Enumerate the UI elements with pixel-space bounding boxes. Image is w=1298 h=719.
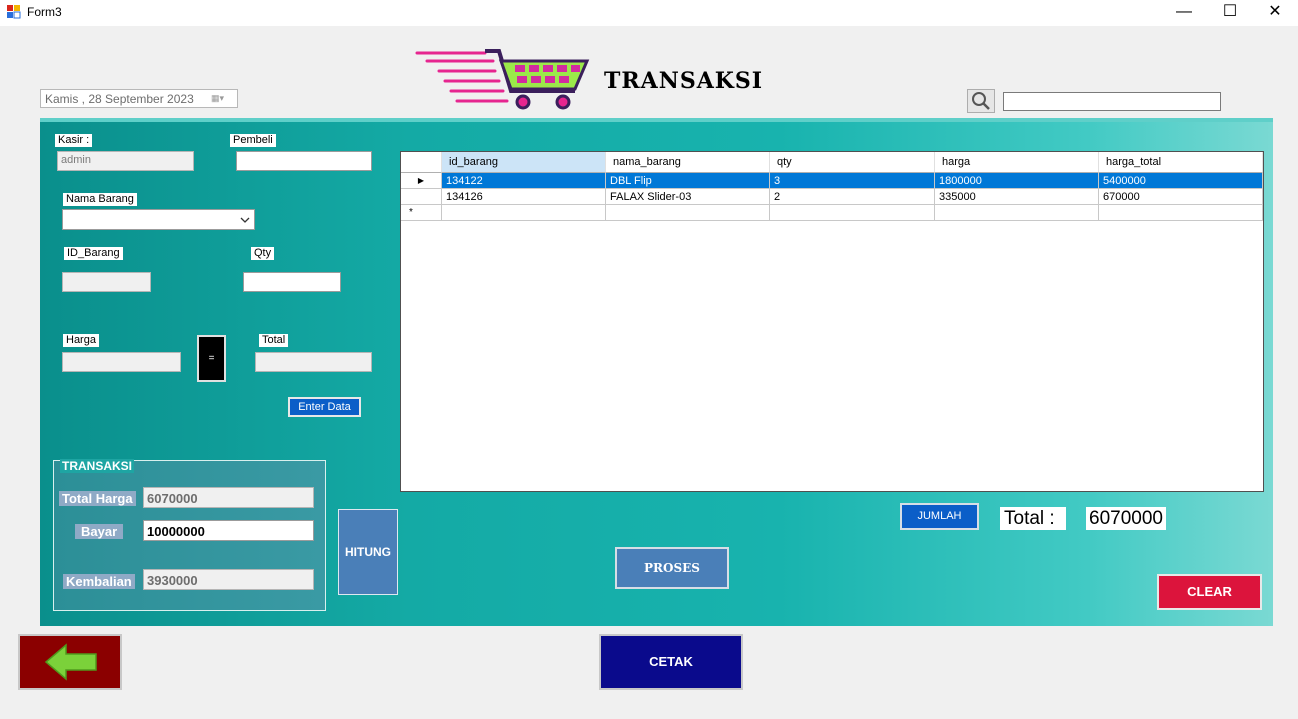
table-cell[interactable]: 134122 [442,173,606,189]
new-row-cell[interactable] [935,205,1099,221]
bayar-field[interactable]: 10000000 [143,520,314,541]
summary-total-value: 6070000 [1086,507,1166,530]
close-button[interactable]: ✕ [1252,0,1298,26]
kasir-field: admin [57,151,194,171]
row-header-current[interactable]: ▶ [401,173,442,189]
grid-row-header-corner [401,152,442,173]
id-barang-field [62,272,151,292]
total-harga-label: Total Harga [59,491,136,506]
table-cell[interactable]: 5400000 [1099,173,1263,189]
total-harga-field: 6070000 [143,487,314,508]
new-row-cell[interactable] [1099,205,1263,221]
kembalian-label: Kembalian [63,574,135,589]
page-title: TRANSAKSI [604,68,764,94]
column-header-qty[interactable]: qty [770,152,935,173]
table-cell[interactable]: DBL Flip [606,173,770,189]
qty-label: Qty [251,247,275,260]
arrow-left-icon [44,643,97,681]
table-cell[interactable]: 670000 [1099,189,1263,205]
table-cell[interactable]: 335000 [935,189,1099,205]
pembeli-field[interactable] [236,151,372,171]
kembalian-value: 3930000 [147,573,198,588]
id-barang-label: ID_Barang [64,247,123,260]
column-header-harga-total[interactable]: harga_total [1099,152,1263,173]
shopping-cart-logo [415,49,590,110]
harga-label: Harga [63,334,99,347]
cetak-button[interactable]: CETAK [599,634,743,690]
date-picker[interactable]: Kamis , 28 September 2023 ▦▾ [40,89,238,108]
back-button[interactable] [18,634,122,690]
pembeli-label: Pembeli [230,134,276,147]
title-bar: Form3 — ☐ ✕ [0,0,1298,26]
new-row-cell[interactable] [442,205,606,221]
nama-barang-select[interactable] [62,209,255,230]
row-header[interactable] [401,189,442,205]
calendar-dropdown-icon[interactable]: ▦▾ [211,93,233,105]
kembalian-field: 3930000 [143,569,314,590]
enter-data-button[interactable]: Enter Data [288,397,361,417]
nama-barang-label: Nama Barang [63,193,137,206]
new-row-cell[interactable] [770,205,935,221]
maximize-button[interactable]: ☐ [1207,0,1253,26]
clear-button[interactable]: CLEAR [1157,574,1262,610]
summary-total-label: Total : [1000,507,1066,530]
transaction-grid[interactable]: id_barang nama_barang qty harga harga_to… [400,151,1264,492]
table-cell[interactable]: 3 [770,173,935,189]
chevron-down-icon [240,217,250,223]
table-cell[interactable]: FALAX Slider-03 [606,189,770,205]
qty-field[interactable] [243,272,341,292]
equals-button[interactable]: = [197,335,226,382]
hitung-button[interactable]: HITUNG [338,509,398,595]
table-cell[interactable]: 134126 [442,189,606,205]
table-cell[interactable]: 2 [770,189,935,205]
harga-field [62,352,181,372]
search-button[interactable] [967,89,995,113]
bayar-value: 10000000 [147,524,205,539]
new-row-cell[interactable] [606,205,770,221]
new-row-header[interactable]: * [401,205,442,221]
column-header-nama-barang[interactable]: nama_barang [606,152,770,173]
date-value: Kamis , 28 September 2023 [45,92,194,106]
column-header-harga[interactable]: harga [935,152,1099,173]
kasir-value: admin [61,154,91,166]
total-harga-value: 6070000 [147,491,198,506]
window-title: Form3 [27,5,62,19]
column-header-id-barang[interactable]: id_barang [442,152,606,173]
jumlah-button[interactable]: JUMLAH [900,503,979,530]
total-label: Total [259,334,289,347]
total-field [255,352,372,372]
app-icon [7,5,21,19]
transaksi-legend: TRANSAKSI [60,459,135,473]
table-cell[interactable]: 1800000 [935,173,1099,189]
minimize-button[interactable]: — [1161,0,1207,26]
proses-button[interactable]: PROSES [615,547,729,589]
kasir-label: Kasir : [55,134,93,147]
bayar-label: Bayar [75,524,124,539]
search-icon [972,92,990,110]
search-input[interactable] [1003,92,1221,111]
